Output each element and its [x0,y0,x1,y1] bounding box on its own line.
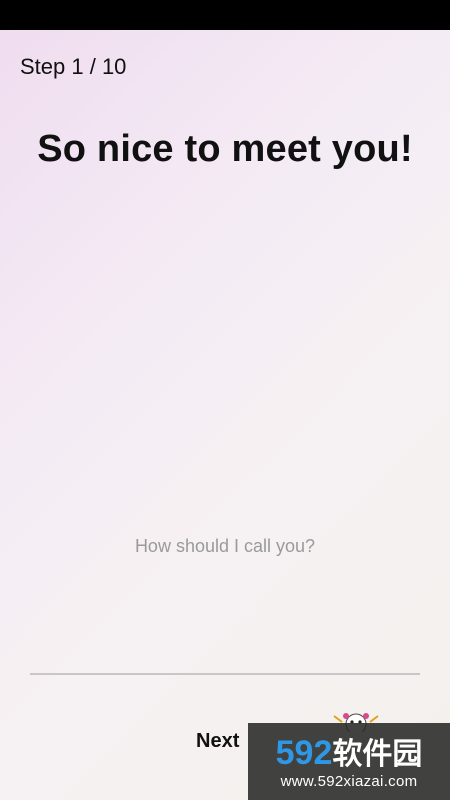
onboarding-screen: Step 1 / 10 So nice to meet you! How sho… [0,0,450,800]
status-bar [0,0,450,30]
watermark-number: 592 [275,734,333,772]
watermark-brand: 592软件园 [248,729,450,773]
next-button[interactable]: Next [196,726,239,756]
name-input[interactable] [30,520,420,675]
page-title: So nice to meet you! [37,128,413,170]
step-indicator: Step 1 / 10 [20,54,127,79]
watermark-brand-text: 软件园 [332,738,423,771]
watermark-logo: 592软件园 www.592xiazai.com [248,723,450,800]
watermark-url: www.592xiazai.com [280,773,418,790]
